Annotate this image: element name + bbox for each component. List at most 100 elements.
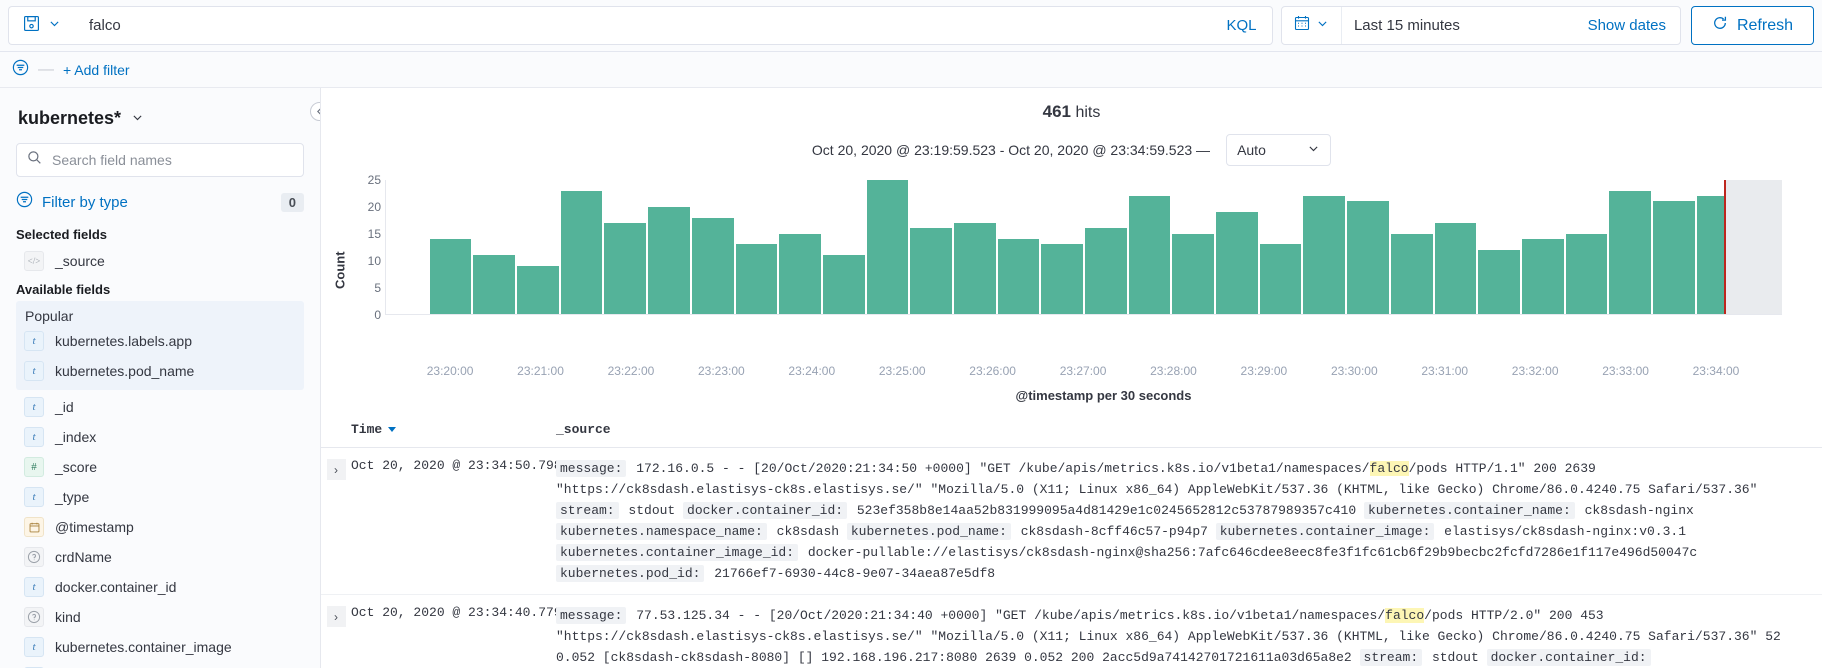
field-name: docker.container_id [55, 579, 177, 595]
collapse-sidebar-button[interactable] [310, 102, 320, 121]
field-search-box[interactable] [16, 143, 304, 177]
field-name: crdName [55, 549, 112, 565]
table-header: Time _source [321, 419, 1822, 448]
string-type-icon: t [24, 427, 44, 447]
expand-row-icon[interactable]: › [326, 606, 346, 627]
chart-bar[interactable] [1434, 222, 1477, 314]
chart-bar[interactable] [1085, 228, 1127, 314]
saved-query-button[interactable] [8, 6, 75, 45]
chart-bar[interactable] [1478, 249, 1520, 314]
x-tick: 23:33:00 [1602, 364, 1649, 378]
field-item-crdname[interactable]: crdName [16, 542, 304, 572]
x-axis-title: @timestamp per 30 seconds [1015, 388, 1192, 403]
chart-bar[interactable] [953, 222, 996, 314]
filter-dash: — [38, 60, 54, 78]
query-language-button[interactable]: KQL [1210, 6, 1273, 45]
row-source: message: 77.53.125.34 - - [20/Oct/2020:2… [556, 607, 1781, 666]
time-column-header[interactable]: Time [351, 419, 556, 440]
chart-bar[interactable] [1347, 201, 1389, 314]
show-dates-button[interactable]: Show dates [1574, 7, 1680, 44]
chart-bar[interactable] [1172, 233, 1215, 314]
chart-bar[interactable] [691, 217, 734, 314]
popular-label: Popular [25, 308, 74, 324]
chart-bar[interactable] [1390, 233, 1433, 314]
chart-bar[interactable] [1041, 244, 1083, 314]
chart-bar[interactable] [910, 228, 952, 314]
field-item-score[interactable]: # _score [16, 452, 304, 482]
chart-bar[interactable] [1521, 238, 1564, 314]
add-filter-button[interactable]: + Add filter [63, 62, 130, 78]
field-key: docker.container_id: [683, 502, 848, 519]
chart-bar[interactable] [735, 244, 778, 314]
search-highlight: falco [1369, 461, 1409, 476]
field-item-kubernetes-container-image-id[interactable]: t kubernetes.container_image_id [16, 662, 304, 668]
field-name: _id [55, 399, 74, 415]
search-field-names-input[interactable] [50, 151, 293, 169]
chart-bar[interactable] [1303, 196, 1346, 314]
field-item-source[interactable]: </> _source [16, 246, 304, 276]
histogram-chart[interactable]: Count 0 5 10 15 20 25 [321, 173, 1822, 360]
chart-time-range-text: Oct 20, 2020 @ 23:19:59.523 - Oct 20, 20… [811, 142, 1211, 158]
chart-bar[interactable] [473, 255, 516, 314]
string-type-icon: t [24, 577, 44, 597]
field-item-docker-container-id[interactable]: t docker.container_id [16, 572, 304, 602]
expand-row-icon[interactable]: › [326, 459, 346, 480]
string-type-icon: t [24, 331, 44, 351]
chart-bar[interactable] [1740, 271, 1782, 314]
search-icon [27, 150, 42, 170]
chart-bar[interactable] [1609, 190, 1651, 314]
chart-bar[interactable] [1216, 212, 1258, 314]
chevron-down-icon [48, 17, 61, 35]
chart-plot-area[interactable] [385, 180, 1782, 315]
field-item-kubernetes-container-image[interactable]: t kubernetes.container_image [16, 632, 304, 662]
field-item-timestamp[interactable]: @timestamp [16, 512, 304, 542]
filter-icon[interactable] [12, 59, 29, 81]
query-input-wrapper[interactable] [75, 6, 1211, 45]
date-picker[interactable]: Last 15 minutes Show dates [1280, 6, 1681, 45]
field-name: kubernetes.pod_name [55, 363, 195, 379]
chart-bar[interactable] [1128, 196, 1171, 314]
field-key: kubernetes.container_image_id: [556, 544, 799, 561]
field-item-kind[interactable]: kind [16, 602, 304, 632]
chart-bar[interactable] [517, 265, 559, 314]
field-name: _index [55, 429, 97, 445]
chart-bar[interactable] [1652, 201, 1695, 314]
field-item-index[interactable]: t _index [16, 422, 304, 452]
chart-bar[interactable] [866, 180, 909, 314]
y-tick: 15 [367, 227, 381, 241]
main-area: kubernetes* Filter by typ [0, 88, 1822, 668]
field-item-type[interactable]: t _type [16, 482, 304, 512]
chart-bar[interactable] [822, 255, 865, 314]
chart-bar[interactable] [1259, 244, 1302, 314]
unknown-type-icon [24, 547, 44, 567]
chart-bar[interactable] [779, 233, 821, 314]
hits-summary: 461 hits [321, 88, 1822, 122]
query-bar: KQL Last 15 minutes Show dates [0, 0, 1822, 52]
refresh-button[interactable]: Refresh [1690, 6, 1814, 45]
date-quick-select-button[interactable] [1282, 7, 1342, 44]
field-item-kubernetes-labels-app[interactable]: t kubernetes.labels.app [16, 326, 304, 356]
table-row[interactable]: › Oct 20, 2020 @ 23:34:50.798 message: 172… [321, 448, 1822, 595]
field-name: kind [55, 609, 81, 625]
source-column-header[interactable]: _source [556, 419, 1822, 440]
search-input[interactable] [75, 17, 1211, 34]
string-type-icon: t [24, 361, 44, 381]
chart-bar[interactable] [1565, 233, 1608, 314]
unknown-type-icon [24, 607, 44, 627]
field-item-id[interactable]: t _id [16, 392, 304, 422]
chart-bar[interactable] [560, 190, 603, 314]
chart-bar[interactable] [997, 238, 1040, 314]
caret-down-icon[interactable] [388, 427, 397, 432]
x-tick: 23:30:00 [1330, 364, 1378, 378]
index-pattern-selector[interactable]: kubernetes* [18, 108, 304, 129]
chart-bar[interactable] [648, 206, 690, 314]
chart-bar[interactable] [604, 222, 647, 314]
interval-select[interactable]: Auto [1226, 134, 1332, 166]
time-range-label[interactable]: Last 15 minutes [1342, 7, 1574, 44]
row-source: message: 172.16.0.5 - - [20/Oct/2020:21:… [556, 460, 1758, 582]
field-item-kubernetes-pod-name[interactable]: t kubernetes.pod_name [16, 356, 304, 386]
filter-by-type-button[interactable]: Filter by type 0 [16, 187, 304, 217]
chart-bar[interactable] [1696, 196, 1739, 314]
table-row[interactable]: › Oct 20, 2020 @ 23:34:40.779 message: 77.… [321, 595, 1822, 668]
chart-bar[interactable] [429, 238, 472, 314]
